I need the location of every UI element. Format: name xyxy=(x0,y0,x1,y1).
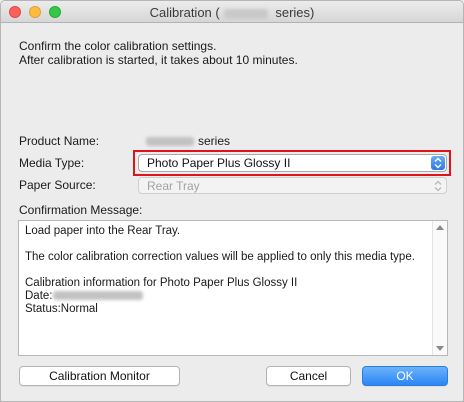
message-line-correction: The color calibration correction values … xyxy=(25,251,415,263)
scroll-up-icon[interactable] xyxy=(436,224,444,230)
redacted-date xyxy=(52,291,143,301)
ok-button[interactable]: OK xyxy=(362,366,448,386)
confirmation-message-label: Confirmation Message: xyxy=(19,203,143,217)
cancel-button[interactable]: Cancel xyxy=(266,366,351,386)
scroll-down-icon[interactable] xyxy=(436,346,444,352)
window-title-prefix: Calibration ( xyxy=(149,5,220,20)
paper-source-label: Paper Source: xyxy=(19,178,96,192)
title-bar: Calibration ( series) xyxy=(1,1,463,23)
paper-source-value: Rear Tray xyxy=(147,178,200,193)
message-line-status: Status:Normal xyxy=(25,303,98,315)
calibration-monitor-button[interactable]: Calibration Monitor xyxy=(19,366,180,386)
media-type-select[interactable]: Photo Paper Plus Glossy II xyxy=(138,154,447,172)
message-line-date: Date: xyxy=(25,290,429,303)
date-label: Date: xyxy=(25,290,53,302)
calibration-window: Calibration ( series) Confirm the color … xyxy=(0,0,464,402)
window-title-suffix: series) xyxy=(271,5,315,20)
intro-line-2: After calibration is started, it takes a… xyxy=(19,53,298,67)
message-scrollbar[interactable] xyxy=(432,221,447,355)
redacted-model-name xyxy=(223,8,268,19)
confirmation-message-box[interactable]: Load paper into the Rear Tray. The color… xyxy=(18,220,448,356)
updown-chevron-icon xyxy=(431,156,445,170)
updown-chevron-icon xyxy=(431,179,445,192)
message-line-load-paper: Load paper into the Rear Tray. xyxy=(25,225,181,237)
product-name-label: Product Name: xyxy=(19,134,100,148)
media-type-label: Media Type: xyxy=(19,156,85,170)
redacted-product-model xyxy=(146,137,194,147)
message-line-calibration-info: Calibration information for Photo Paper … xyxy=(25,277,298,289)
window-title: Calibration ( series) xyxy=(1,5,463,20)
product-name-suffix: series xyxy=(198,134,231,148)
intro-text: Confirm the color calibration settings. … xyxy=(19,39,298,67)
media-type-value: Photo Paper Plus Glossy II xyxy=(147,156,291,170)
intro-line-1: Confirm the color calibration settings. xyxy=(19,39,217,53)
paper-source-select: Rear Tray xyxy=(138,177,447,194)
product-name-value: series xyxy=(146,134,230,148)
